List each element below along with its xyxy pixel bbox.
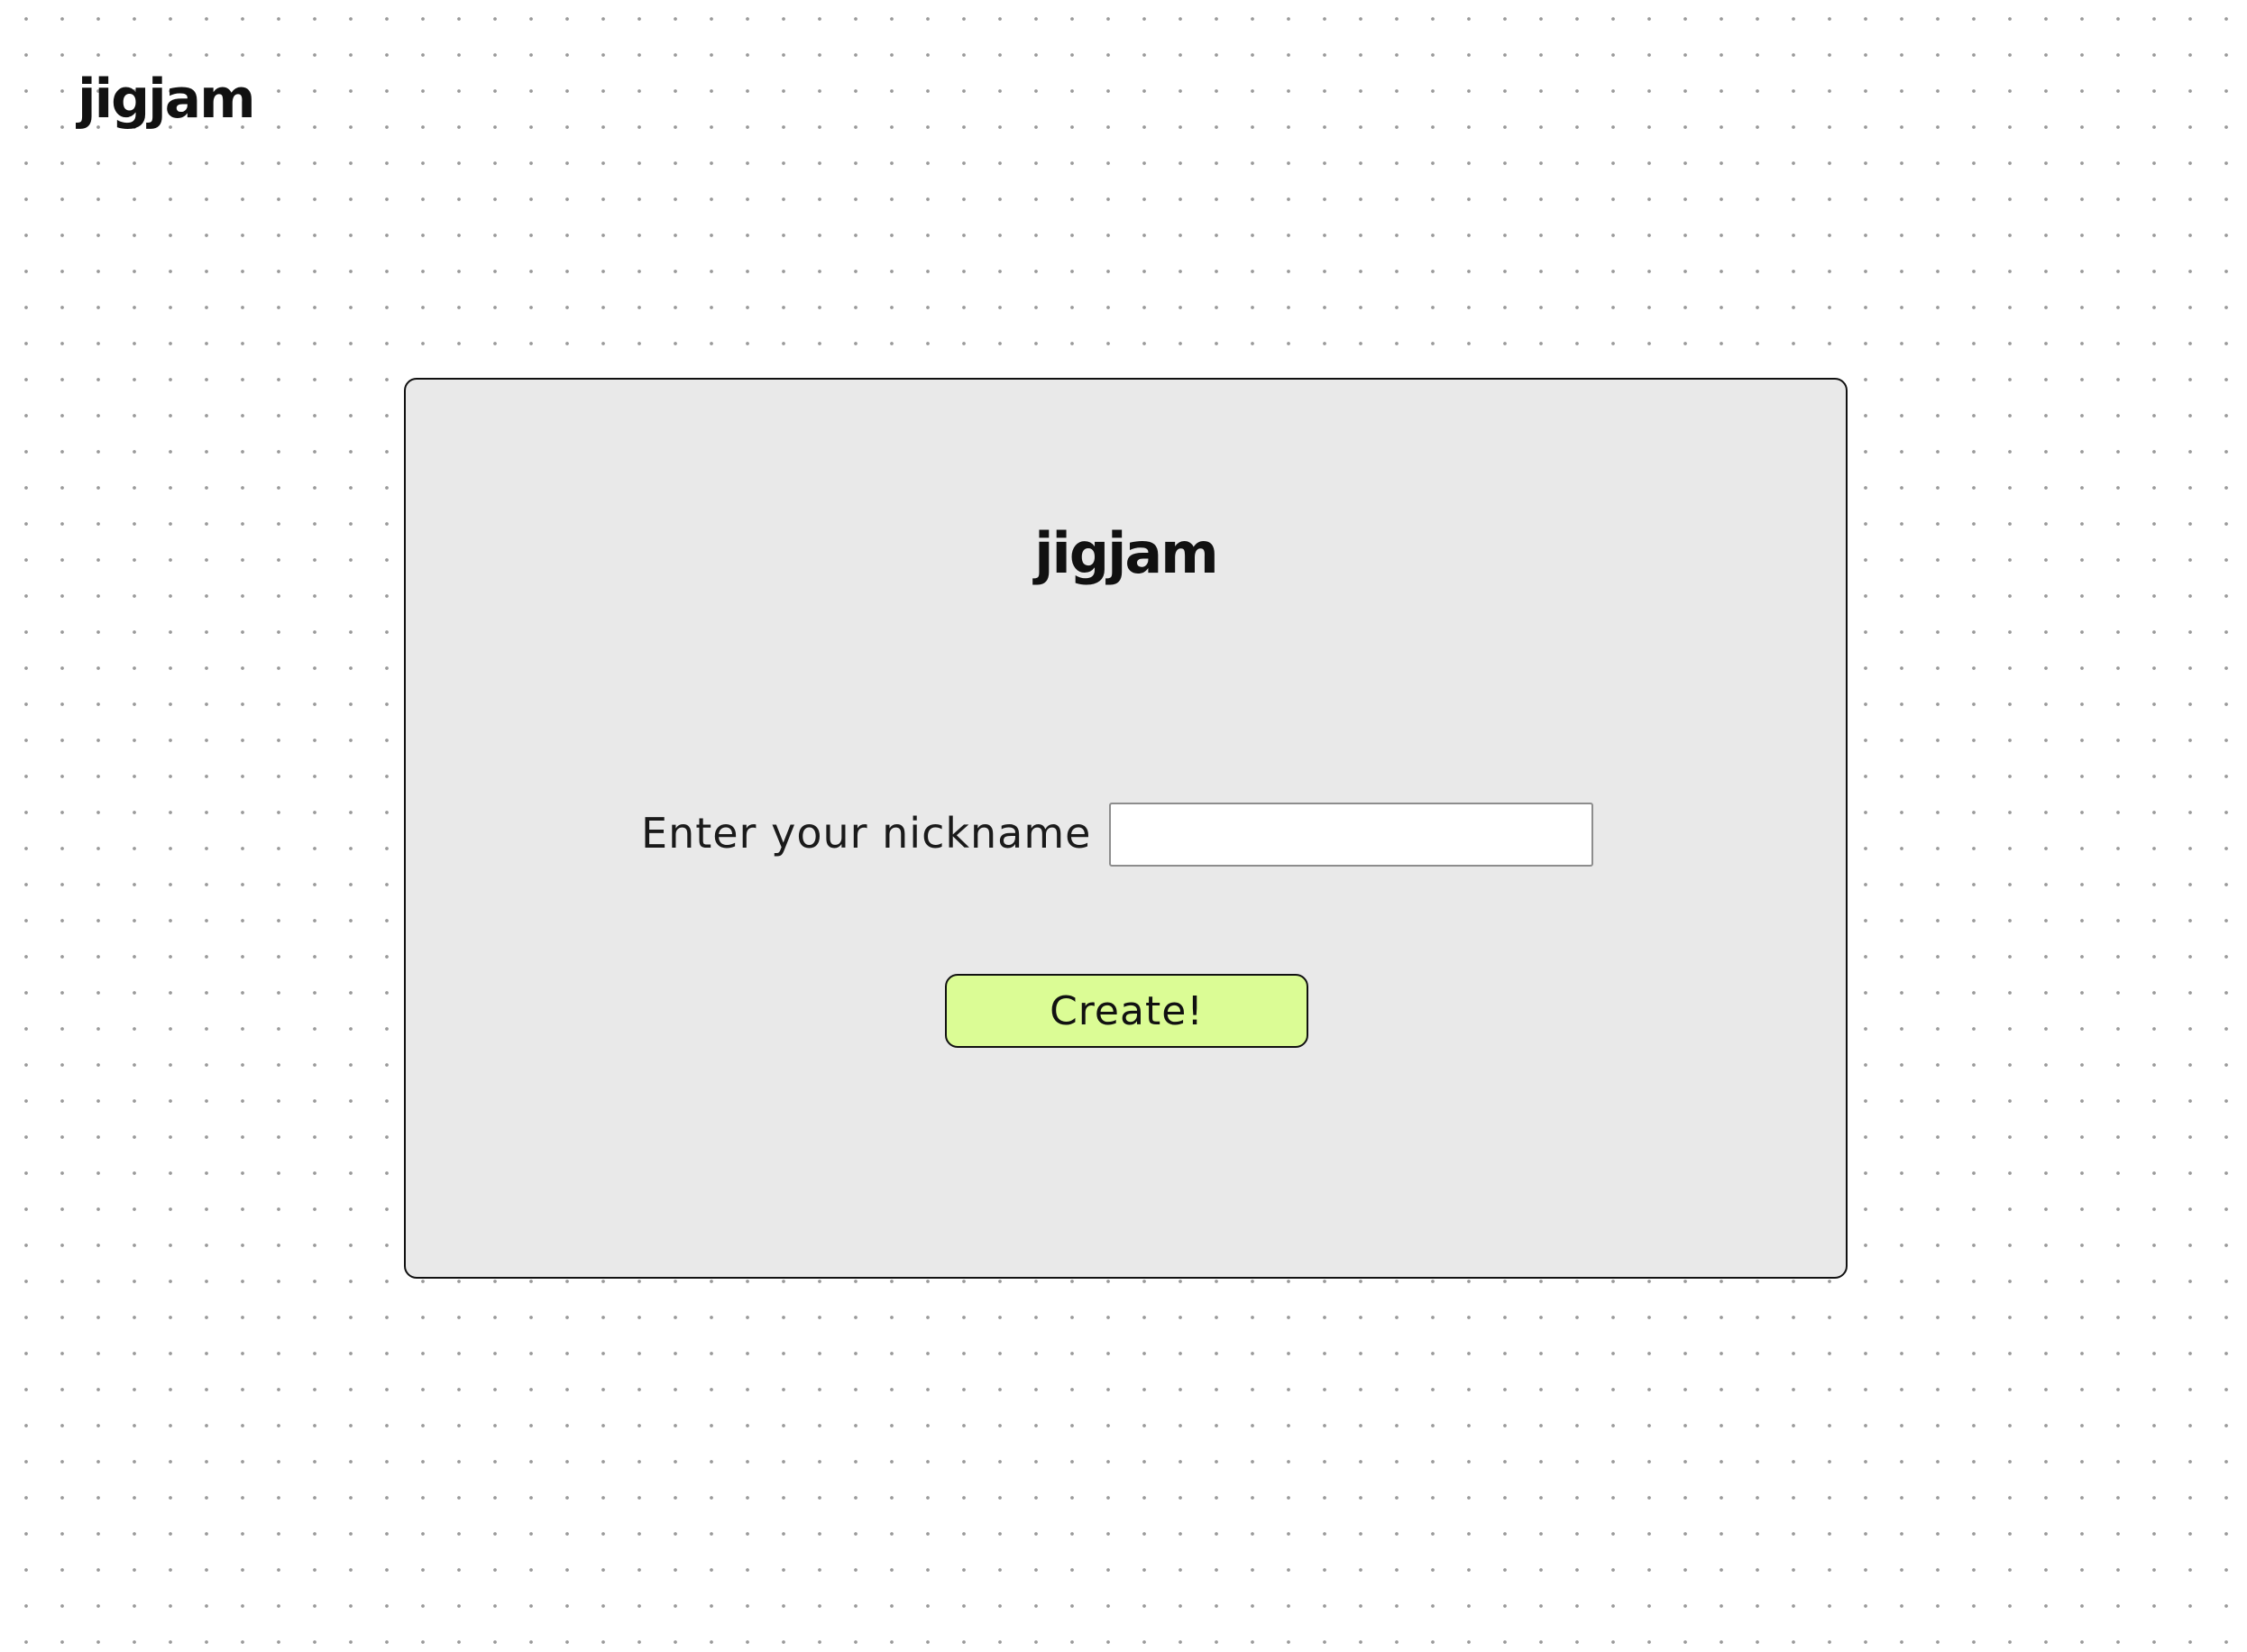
create-button[interactable]: Create!: [945, 974, 1308, 1048]
create-card: jigjam Enter your nickname Create!: [404, 378, 1848, 1279]
nickname-input[interactable]: [1109, 803, 1593, 867]
card-logo: jigjam: [1034, 520, 1219, 586]
nickname-label: Enter your nickname: [641, 809, 1092, 858]
header-logo[interactable]: jigjam: [78, 72, 256, 126]
